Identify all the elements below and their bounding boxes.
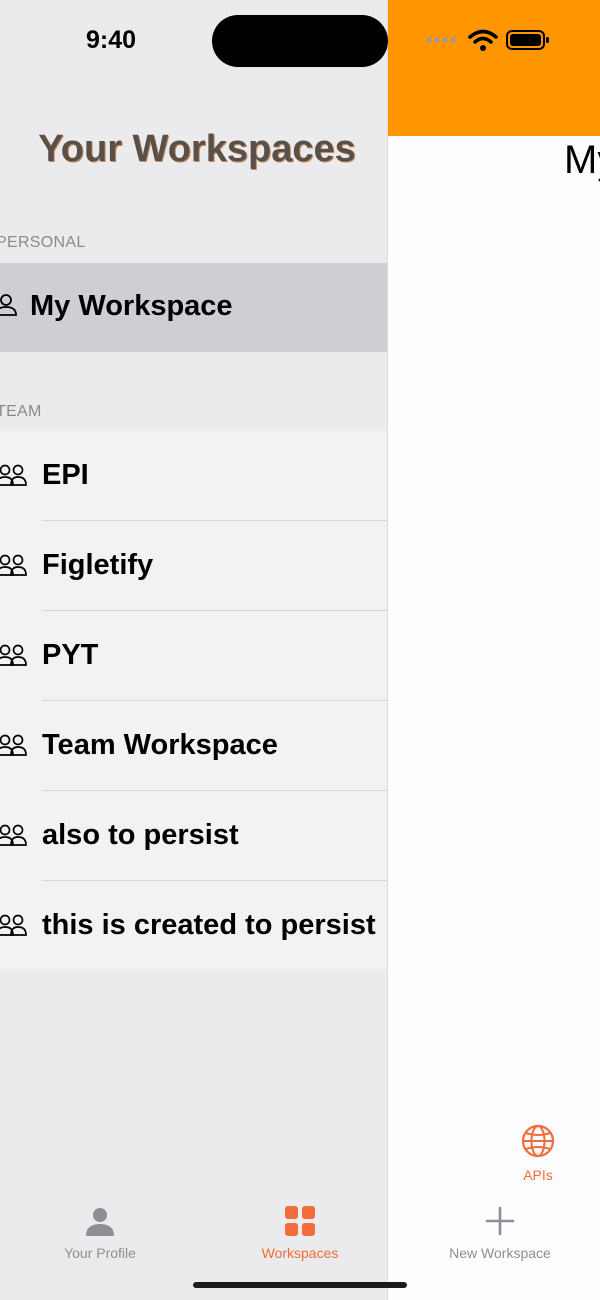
detail-title: My xyxy=(564,138,600,182)
apis-tab-label: APIs xyxy=(523,1167,553,1183)
dynamic-island xyxy=(212,15,388,67)
team-workspace-row[interactable]: EPI xyxy=(0,431,387,521)
workspace-detail-pane: My APIs xyxy=(388,0,600,1300)
detail-header xyxy=(388,0,600,136)
team-workspace-label: Team Workspace xyxy=(42,729,278,761)
people-icon xyxy=(0,554,27,576)
team-workspace-row[interactable]: Team Workspace xyxy=(0,701,387,791)
wifi-icon xyxy=(468,29,498,51)
personal-workspace-row[interactable]: My Workspace xyxy=(0,263,387,352)
page-title: Your Workspaces xyxy=(38,128,356,170)
apis-tab[interactable]: APIs xyxy=(508,1124,568,1183)
team-workspace-label: Figletify xyxy=(42,549,154,581)
team-section-label: TEAM xyxy=(0,403,42,420)
globe-icon xyxy=(521,1124,555,1158)
tab-new-workspace-label: New Workspace xyxy=(449,1245,551,1261)
person-filled-icon xyxy=(86,1208,114,1236)
team-workspace-label: PYT xyxy=(42,639,99,671)
workspaces-drawer: Your Workspaces PERSONAL My Workspace TE… xyxy=(0,0,388,1300)
tab-workspaces-label: Workspaces xyxy=(261,1245,339,1261)
status-icons xyxy=(426,28,550,52)
team-workspace-row[interactable]: also to persist xyxy=(0,791,387,881)
people-icon xyxy=(0,734,27,756)
people-icon xyxy=(0,914,27,936)
person-icon xyxy=(0,294,17,316)
home-indicator xyxy=(193,1282,407,1288)
team-workspace-label: also to persist xyxy=(42,819,239,851)
plus-icon xyxy=(485,1206,515,1236)
personal-workspace-label: My Workspace xyxy=(30,290,233,322)
people-icon xyxy=(0,644,27,666)
grid-icon xyxy=(285,1206,315,1236)
team-workspace-row[interactable]: this is created to persist xyxy=(0,881,387,971)
battery-icon xyxy=(506,30,549,50)
personal-section-label: PERSONAL xyxy=(0,234,86,251)
tab-your-profile-label: Your Profile xyxy=(64,1245,136,1261)
team-workspace-row[interactable]: Figletify xyxy=(0,521,387,611)
team-workspace-list: EPI Figletify PYT Team Workspace also to… xyxy=(0,431,387,971)
tab-workspaces[interactable]: Workspaces xyxy=(230,1206,370,1261)
team-workspace-label: this is created to persist xyxy=(42,909,376,941)
team-workspace-label: EPI xyxy=(42,459,89,491)
people-icon xyxy=(0,464,27,486)
tab-your-profile[interactable]: Your Profile xyxy=(30,1206,170,1261)
tab-new-workspace[interactable]: New Workspace xyxy=(430,1206,570,1261)
team-workspace-row[interactable]: PYT xyxy=(0,611,387,701)
signal-icon xyxy=(426,37,456,43)
people-icon xyxy=(0,824,27,846)
status-time: 9:40 xyxy=(86,26,137,54)
